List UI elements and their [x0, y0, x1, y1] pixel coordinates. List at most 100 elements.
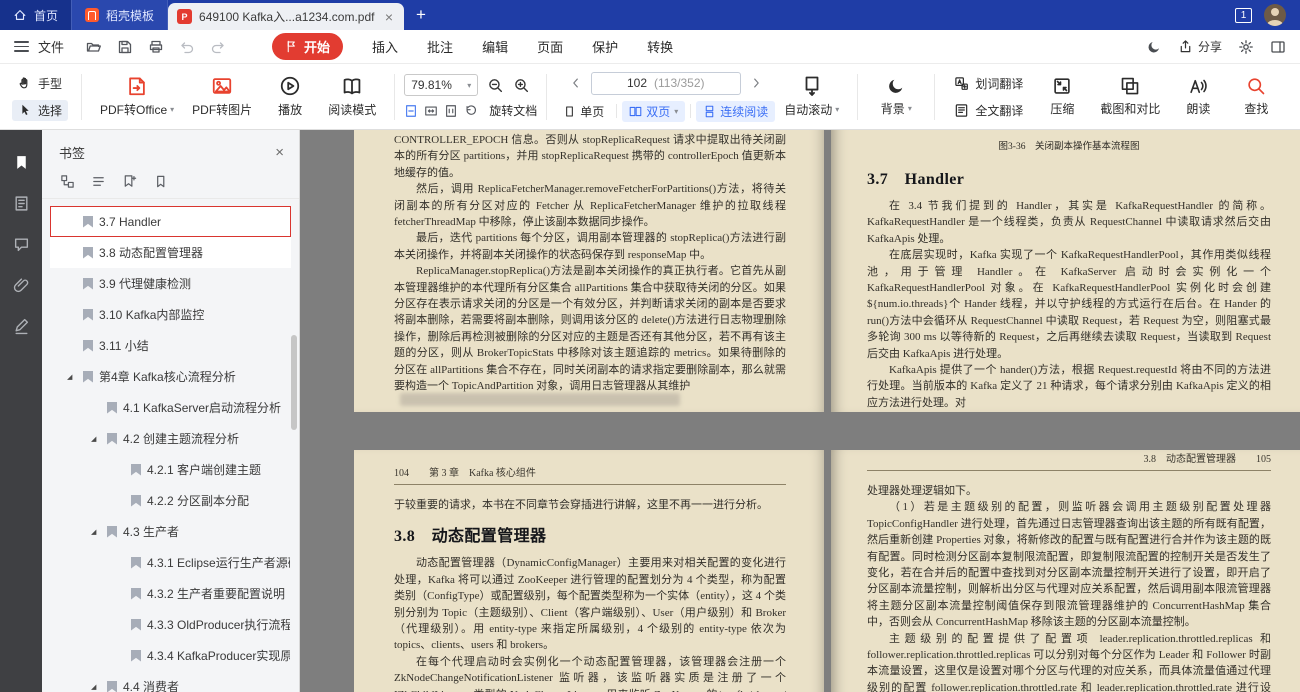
expand-triangle-icon[interactable]: ◢ [67, 373, 77, 381]
compress-button[interactable]: 压缩 [1033, 76, 1091, 117]
document-view[interactable]: CONTROLLER_EPOCH 信息。否则从 stopReplicaReque… [300, 130, 1300, 692]
bookmark-item[interactable]: ◢4.3.1 Eclipse运行生产者源码 [50, 547, 291, 578]
signature-panel-icon[interactable] [13, 318, 30, 335]
chevron-left-icon [569, 76, 583, 90]
double-page-button[interactable]: 双页▾ [622, 101, 685, 122]
find-button[interactable]: 查找 [1227, 76, 1285, 117]
expand-triangle-icon[interactable]: ◢ [91, 435, 101, 443]
current-page-value[interactable]: 102 [627, 76, 647, 90]
bookmarks-toolbar [42, 169, 299, 199]
tab-docer-template[interactable]: 稻壳模板 [71, 0, 168, 30]
bookmark-item[interactable]: ◢4.2 创建主题流程分析 [50, 423, 291, 454]
close-panel-icon[interactable]: × [275, 144, 284, 161]
bookmark-item[interactable]: ◢3.11 小结 [50, 330, 291, 361]
ribbon-tab-annotate[interactable]: 批注 [427, 37, 453, 56]
attachments-panel-icon[interactable] [13, 277, 30, 294]
sidebar-toggle-icon[interactable] [1270, 39, 1286, 55]
expand-triangle-icon[interactable]: ◢ [91, 528, 101, 536]
bookmark-item[interactable]: ◢4.2.2 分区副本分配 [50, 485, 291, 516]
ribbon-tab-convert[interactable]: 转换 [647, 37, 673, 56]
word-translate-button[interactable]: 划词翻译 [948, 73, 1029, 94]
bookmarks-panel-icon[interactable] [13, 154, 30, 171]
open-folder-icon[interactable] [86, 39, 102, 55]
book-paragraph: ReplicaManager.stopReplica()方法是副本关闭操作的真正… [394, 263, 786, 394]
new-tab-button[interactable]: + [404, 0, 438, 30]
user-avatar[interactable] [1264, 4, 1286, 26]
play-button[interactable]: 播放 [261, 75, 319, 118]
bookmark-item[interactable]: ◢3.8 动态配置管理器 [50, 237, 291, 268]
ribbon-tab-start[interactable]: 开始 [272, 33, 343, 60]
continuous-reading-button[interactable]: 连续阅读 [696, 101, 775, 122]
share-button[interactable]: 分享 [1178, 38, 1222, 55]
locate-bookmark-icon[interactable] [153, 174, 168, 189]
bookmark-icon [107, 402, 117, 414]
settings-gear-icon[interactable] [1238, 39, 1254, 55]
undo-icon[interactable] [179, 39, 195, 55]
bookmark-item[interactable]: ◢3.7 Handler [50, 206, 291, 237]
close-tab-icon[interactable]: × [383, 9, 395, 25]
book-icon [341, 75, 363, 97]
full-translate-button[interactable]: 全文翻译 [948, 100, 1029, 121]
bookmark-item[interactable]: ◢4.1 KafkaServer启动流程分析 [50, 392, 291, 423]
hand-tool-button[interactable]: 手型 [12, 73, 68, 94]
bookmark-item[interactable]: ◢4.2.1 客户端创建主题 [50, 454, 291, 485]
expand-triangle-icon[interactable]: ◢ [91, 683, 101, 691]
reading-mode-button[interactable]: 阅读模式 [319, 75, 385, 118]
expand-all-icon[interactable] [60, 174, 75, 189]
comments-panel-icon[interactable] [13, 236, 30, 253]
page-spread-top: CONTROLLER_EPOCH 信息。否则从 stopReplicaReque… [354, 130, 1300, 412]
panel-scrollbar[interactable] [291, 335, 297, 430]
zoom-in-icon[interactable] [513, 77, 530, 94]
read-aloud-button[interactable]: 朗读 [1169, 76, 1227, 117]
previous-page-button[interactable] [569, 76, 583, 90]
thumbnails-panel-icon[interactable] [13, 195, 30, 212]
bookmark-label: 第4章 Kafka核心流程分析 [99, 368, 236, 385]
select-tool-button[interactable]: 选择 [12, 100, 68, 121]
ribbon-tab-insert[interactable]: 插入 [372, 37, 398, 56]
translate-tools: 划词翻译 全文翻译 [944, 73, 1033, 121]
rotate-document-button[interactable]: 旋转文档 [489, 102, 537, 119]
rotate-left-icon[interactable] [464, 104, 478, 118]
zoom-out-icon[interactable] [487, 77, 504, 94]
night-mode-icon[interactable] [1146, 39, 1162, 55]
list-view-icon[interactable] [91, 174, 106, 189]
bookmark-icon [131, 588, 141, 600]
bookmark-icon [107, 433, 117, 445]
next-page-button[interactable] [749, 76, 763, 90]
fit-width-icon[interactable] [424, 104, 438, 118]
background-button[interactable]: 背景▾ [867, 76, 925, 117]
full-translate-icon [954, 103, 969, 118]
page-text: CONTROLLER_EPOCH 信息。否则从 stopReplicaReque… [394, 132, 786, 395]
pdf-to-image-button[interactable]: PDF转图片 [183, 75, 261, 118]
bookmark-item[interactable]: ◢3.10 Kafka内部监控 [50, 299, 291, 330]
page-number: 105 [1256, 454, 1271, 465]
fit-page-icon[interactable] [404, 104, 418, 118]
file-menu-button[interactable]: 文件 [14, 37, 64, 56]
ribbon-tab-protect[interactable]: 保护 [592, 37, 618, 56]
bookmark-item[interactable]: ◢4.4 消费者 [50, 671, 291, 692]
bookmark-item[interactable]: ◢3.9 代理健康检测 [50, 268, 291, 299]
actual-size-icon[interactable] [444, 104, 458, 118]
print-icon[interactable] [148, 39, 164, 55]
tab-home[interactable]: 首页 [0, 0, 71, 30]
ribbon-tab-edit[interactable]: 编辑 [482, 37, 508, 56]
bookmark-item[interactable]: ◢ 第4章 Kafka核心流程分析 [50, 361, 291, 392]
bookmark-item[interactable]: ◢4.3.2 生产者重要配置说明 [50, 578, 291, 609]
window-count-badge[interactable]: 1 [1235, 8, 1252, 23]
redo-icon[interactable] [210, 39, 226, 55]
bookmarks-panel: 书签 × ◢3.7 Handler◢3.8 动态配置管理器◢3.9 代理健康检测… [42, 130, 300, 692]
bookmark-item[interactable]: ◢4.3 生产者 [50, 516, 291, 547]
moon-icon [886, 76, 906, 96]
ribbon-tab-page[interactable]: 页面 [537, 37, 563, 56]
zoom-select[interactable]: 79.81%▾ [404, 74, 478, 96]
capture-compare-button[interactable]: 截图和对比 [1091, 76, 1169, 117]
auto-scroll-button[interactable]: 自动滚动▾ [775, 75, 848, 118]
bookmark-item[interactable]: ◢4.3.4 KafkaProducer实现原理 [50, 640, 291, 671]
save-icon[interactable] [117, 39, 133, 55]
page-number-input[interactable]: 102 (113/352) [591, 72, 741, 95]
single-page-button[interactable]: 单页 [556, 101, 611, 122]
tab-active-document[interactable]: P 649100 Kafka入...a1234.com.pdf × [168, 3, 404, 30]
bookmark-item[interactable]: ◢4.3.3 OldProducer执行流程 [50, 609, 291, 640]
add-bookmark-icon[interactable] [122, 174, 137, 189]
pdf-to-office-button[interactable]: PDF转Office▾ [91, 75, 183, 118]
